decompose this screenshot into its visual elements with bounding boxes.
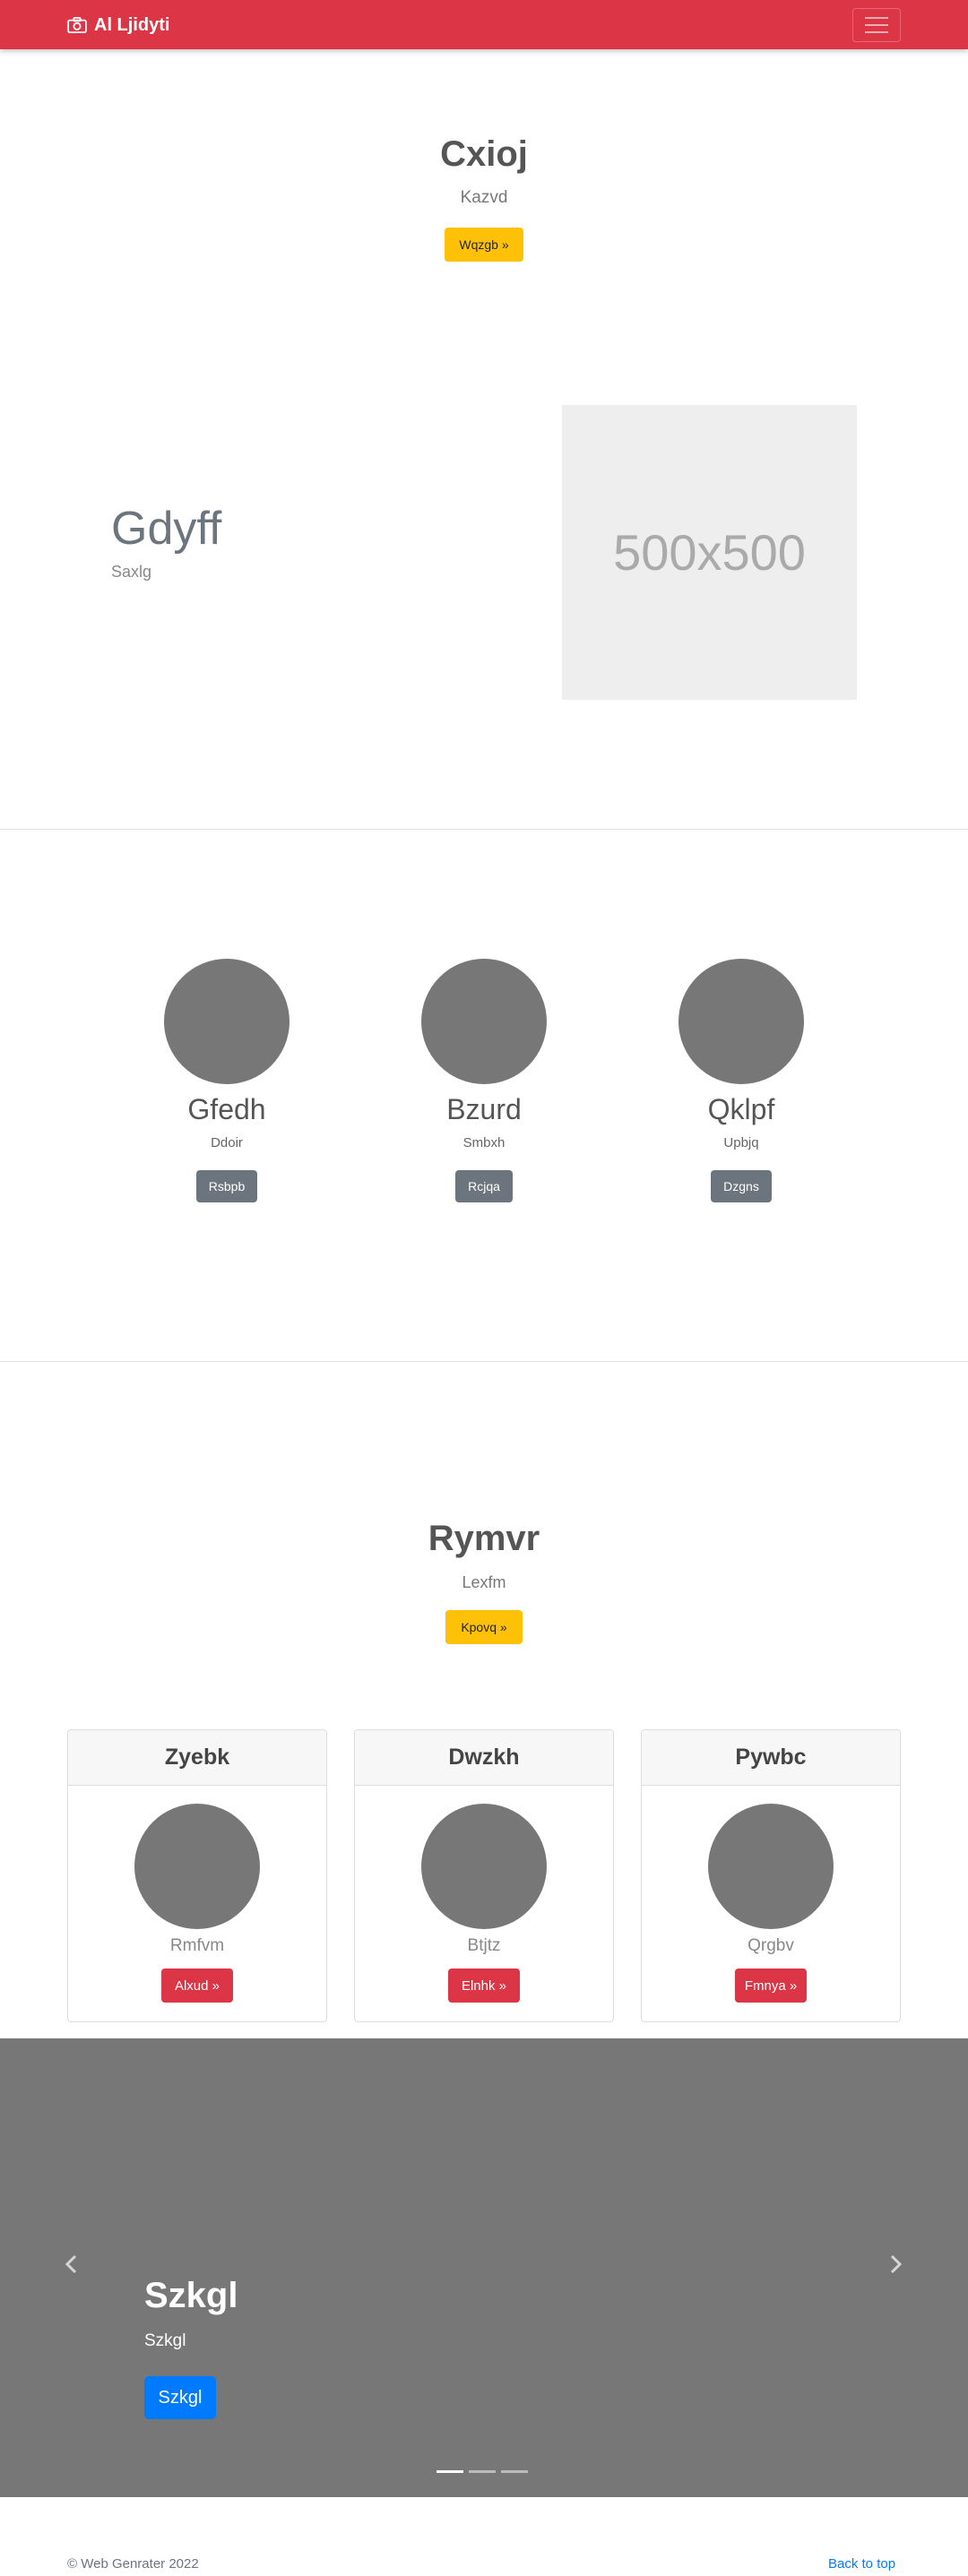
feature-title: Gdyff xyxy=(111,503,222,555)
card-image xyxy=(421,1804,547,1929)
chevron-right-icon xyxy=(890,2254,903,2274)
section-divider xyxy=(0,829,968,830)
card-header: Pywbc xyxy=(642,1730,900,1786)
carousel-button[interactable]: Szkgl xyxy=(144,2376,216,2419)
chevron-left-icon xyxy=(65,2254,77,2274)
card-button[interactable]: Fmnya » xyxy=(735,1969,807,2003)
card-header: Dwzkh xyxy=(355,1730,613,1786)
navbar: Al Ljidyti xyxy=(0,0,968,49)
card-text: Btjtz xyxy=(467,1936,501,1955)
carousel-next-button[interactable] xyxy=(882,2246,909,2282)
card-image xyxy=(708,1804,834,1929)
card-image xyxy=(134,1804,260,1929)
member-name: Qklpf xyxy=(707,1093,775,1125)
brand-name: Al Ljidyti xyxy=(94,14,170,35)
avatar xyxy=(421,959,547,1084)
feature-subtitle: Saxlg xyxy=(111,563,152,581)
avatar xyxy=(678,959,804,1084)
section-button[interactable]: Kpovq » xyxy=(445,1610,523,1644)
carousel-subtitle: Szkgl xyxy=(144,2331,186,2350)
carousel-indicator[interactable] xyxy=(501,2470,528,2473)
team-member: Gfedh Ddoir Rsbpb xyxy=(137,959,316,1202)
hero-title: Cxioj xyxy=(440,134,528,174)
card-button[interactable]: Elnhk » xyxy=(448,1969,520,2003)
card-text: Rmfvm xyxy=(169,1936,225,1955)
member-name: Gfedh xyxy=(187,1093,266,1125)
back-to-top-link[interactable]: Back to top xyxy=(828,2556,895,2572)
member-name: Bzurd xyxy=(446,1093,522,1125)
section-subtitle: Lexfm xyxy=(462,1573,506,1591)
team-member: Bzurd Smbxh Rcjqa xyxy=(394,959,574,1202)
member-button[interactable]: Rsbpb xyxy=(195,1170,258,1202)
hero-button[interactable]: Wqzgb » xyxy=(445,228,523,262)
card: Zyebk Rmfvm Alxud » xyxy=(67,1729,327,2022)
feature-image-placeholder: 500x500 xyxy=(562,405,857,700)
avatar xyxy=(164,959,290,1084)
member-role: Upbjq xyxy=(723,1135,759,1150)
member-button[interactable]: Dzgns xyxy=(711,1170,772,1202)
navbar-toggle-button[interactable] xyxy=(852,8,901,42)
card: Dwzkh Btjtz Elnhk » xyxy=(354,1729,614,2022)
camera-icon xyxy=(67,17,87,33)
carousel: Szkgl Szkgl Szkgl xyxy=(0,2038,968,2497)
carousel-indicator[interactable] xyxy=(469,2470,496,2473)
carousel-indicators xyxy=(436,2470,528,2473)
carousel-title: Szkgl xyxy=(144,2276,238,2315)
team-member: Qklpf Upbjq Dzgns xyxy=(652,959,831,1202)
hamburger-icon xyxy=(865,17,888,19)
card-text: Qrgbv xyxy=(748,1936,794,1955)
section-divider xyxy=(0,1361,968,1362)
hero-subtitle: Kazvd xyxy=(460,188,508,207)
section-title: Rymvr xyxy=(428,1519,540,1558)
placeholder-text: 500x500 xyxy=(613,524,806,581)
member-button[interactable]: Rcjqa xyxy=(455,1170,513,1202)
copyright-text: © Web Genrater 2022 xyxy=(67,2556,199,2572)
card: Pywbc Qrgbv Fmnya » xyxy=(641,1729,901,2022)
card-header: Zyebk xyxy=(68,1730,326,1786)
carousel-prev-button[interactable] xyxy=(58,2246,85,2282)
brand-link[interactable]: Al Ljidyti xyxy=(67,13,169,38)
card-button[interactable]: Alxud » xyxy=(161,1969,233,2003)
member-role: Ddoir xyxy=(211,1135,243,1150)
carousel-indicator[interactable] xyxy=(436,2470,463,2473)
member-role: Smbxh xyxy=(462,1135,506,1150)
